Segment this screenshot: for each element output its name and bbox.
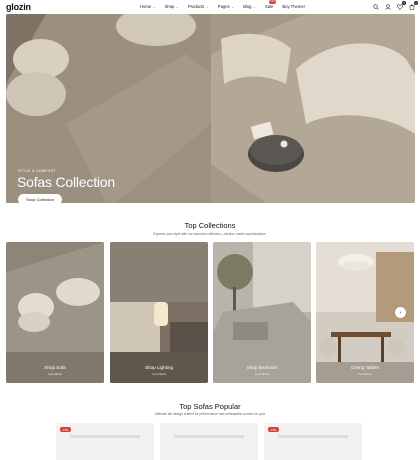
popular-title: Top Sofas Popular [179,402,241,411]
product-card[interactable]: -15% [264,423,362,460]
nav-sale[interactable]: Hot Sale [264,0,276,9]
user-icon[interactable] [384,3,391,10]
collection-name: Shop Lighting [144,365,174,370]
nav-shop[interactable]: Shop ⌄ [165,4,179,9]
collection-count: 3 products [151,372,166,376]
collection-card-bedroom[interactable]: Shop Bedroom 3 products [213,242,311,383]
site-logo[interactable]: glozin [6,2,31,12]
header-actions: 0 0 [372,1,418,10]
nav-label: Blog [243,4,252,9]
sale-badge: -15% [60,427,71,432]
collection-image [6,242,104,383]
main-nav: Home ⌄ Shop ⌄ Products ⌄ Pages ⌄ Blog ⌄ Hot Sa… [140,0,314,9]
collection-name: Dining Tables [351,365,379,370]
collection-count: 3 products [254,372,269,376]
chevron-down-icon: ⌄ [175,4,179,9]
popular-description: Ultimate fab design crafted for performa… [154,412,266,416]
chevron-down-icon: ⌄ [152,4,156,9]
product-image [278,435,348,438]
search-icon[interactable] [372,3,379,10]
chevron-down-icon: ⌄ [231,4,235,9]
nav-pages[interactable]: Pages ⌄ [218,4,234,9]
collection-image [213,242,311,383]
nav-label: Pages [217,4,230,9]
nav-buy-theme[interactable]: Buy Theme! [282,4,305,9]
nav-label: Shop [164,4,175,9]
next-arrow-button[interactable]: › [395,307,406,318]
chevron-right-icon: › [399,309,402,316]
collections-title: Top Collections [184,221,236,230]
collection-name: Shop Bedroom [246,365,278,370]
hero-subtitle: Style & Comfort [18,169,56,173]
nav-label: Sale [264,4,274,9]
nav-blog[interactable]: Blog ⌄ [243,4,256,9]
collection-image [110,242,208,383]
collection-count: 3 products [47,372,62,376]
collection-count: 3 products [357,372,372,376]
nav-home[interactable]: Home ⌄ [140,4,156,9]
collection-card-lighting[interactable]: Shop Lighting 3 products [110,242,208,383]
hero-banner: Style & Comfort Sofas Collection Shop Co… [6,14,415,203]
wishlist-icon[interactable]: 0 [396,1,406,10]
product-image [70,435,140,438]
collection-card-sofa[interactable]: Shop Sofa 3 products [6,242,104,383]
collection-name: Shop Sofa [44,365,66,370]
wishlist-count: 0 [402,1,406,5]
shop-collection-button[interactable]: Shop Collection [18,194,62,203]
nav-label: Buy Theme! [282,4,305,9]
nav-label: Home [140,4,152,9]
hero-title: Sofas Collection [17,174,115,190]
product-card[interactable] [160,423,258,460]
product-image [174,435,244,438]
nav-label: Products [187,4,205,9]
nav-products[interactable]: Products ⌄ [188,4,209,9]
hot-badge: Hot [268,0,276,4]
chevron-down-icon: ⌄ [205,4,209,9]
logo-text: glozin [6,2,31,12]
product-card[interactable]: -15% [56,423,154,460]
site-header: glozin Home ⌄ Shop ⌄ Products ⌄ Pages ⌄ Blog… [0,0,420,14]
cart-icon[interactable]: 0 [408,1,418,10]
chevron-down-icon: ⌄ [253,4,256,9]
collections-description: Express your style with our standout col… [153,232,267,236]
sale-badge: -15% [268,427,279,432]
cart-count: 0 [414,1,418,5]
